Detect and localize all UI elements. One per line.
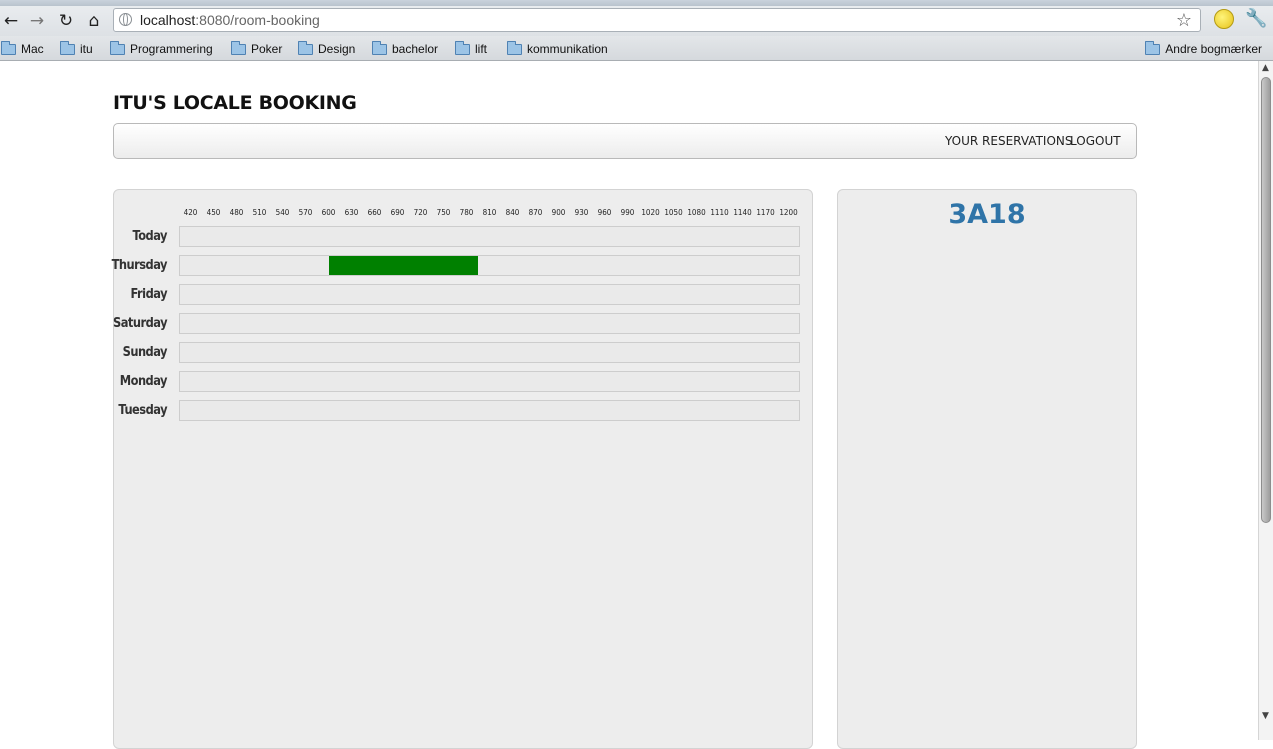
day-track-tuesday[interactable] [179, 400, 800, 421]
bookmark-design[interactable]: Design [298, 40, 356, 57]
bookmark-mac[interactable]: Mac [1, 40, 44, 57]
extension-icon[interactable] [1214, 9, 1234, 29]
bookmark-label: kommunikation [527, 42, 608, 56]
day-label: Today [132, 229, 167, 244]
room-panel [837, 189, 1137, 749]
bookmark-label: lift [475, 42, 487, 56]
address-bar[interactable]: localhost:8080/room-booking ☆ [113, 8, 1201, 32]
wrench-icon[interactable]: 🔧 [1245, 8, 1267, 29]
booking-bar[interactable] [328, 256, 478, 275]
bookmark-lift[interactable]: lift [455, 40, 487, 57]
bookmark-other[interactable]: Andre bogmærker [1145, 40, 1262, 57]
scroll-thumb[interactable] [1261, 77, 1271, 523]
time-tick-label: 1200 [779, 208, 798, 217]
bookmark-label: Design [318, 42, 356, 56]
folder-icon [298, 40, 313, 55]
day-label: Friday [130, 287, 168, 302]
folder-icon [231, 40, 246, 55]
logout-link[interactable]: LOGOUT [1070, 134, 1121, 148]
back-arrow-icon[interactable]: ← [0, 6, 22, 36]
folder-icon [455, 40, 470, 55]
day-track-friday[interactable] [179, 284, 800, 305]
reload-icon[interactable]: ↻ [55, 6, 77, 36]
folder-icon [507, 40, 522, 55]
bookmark-programmering[interactable]: Programmering [110, 40, 213, 57]
scroll-up-icon[interactable]: ▲ [1262, 63, 1269, 73]
url-text: localhost:8080/room-booking [140, 12, 320, 28]
bookmark-itu[interactable]: itu [60, 40, 93, 57]
day-label: Sunday [122, 345, 168, 360]
day-track-sunday[interactable] [179, 342, 800, 363]
bookmark-label: Mac [21, 42, 44, 56]
bookmark-label: Poker [251, 42, 283, 56]
folder-icon [1, 40, 16, 55]
day-track-today[interactable] [179, 226, 800, 247]
scroll-down-icon[interactable]: ▼ [1262, 711, 1269, 721]
day-track-thursday[interactable] [179, 255, 800, 276]
folder-icon [372, 40, 387, 55]
bookmarks-bar: Andre bogmærker Mac itu Programmering Poker… [0, 36, 1273, 61]
forward-arrow-icon[interactable]: → [26, 6, 48, 36]
day-label: Saturday [112, 316, 168, 331]
bookmark-bachelor[interactable]: bachelor [372, 40, 439, 57]
globe-icon [119, 13, 132, 26]
day-label: Tuesday [118, 403, 167, 418]
bookmark-label: bachelor [392, 42, 439, 56]
browser-toolbar: ← → ↻ ⌂ localhost:8080/room-booking ☆ [0, 6, 1273, 36]
folder-icon [60, 40, 75, 55]
bookmark-label: itu [80, 42, 93, 56]
top-nav: YOUR RESERVATIONS LOGOUT [113, 123, 1137, 159]
folder-icon [110, 40, 125, 55]
day-label: Monday [119, 374, 168, 389]
bookmark-label: Andre bogmærker [1165, 42, 1262, 56]
home-icon[interactable]: ⌂ [83, 6, 105, 36]
folder-icon [1145, 40, 1161, 55]
vertical-scrollbar[interactable]: ▲ ▼ [1258, 61, 1273, 740]
bookmark-kommunikation[interactable]: kommunikation [507, 40, 608, 57]
bookmark-poker[interactable]: Poker [231, 40, 283, 57]
day-label: Thursday [111, 258, 168, 273]
day-track-monday[interactable] [179, 371, 800, 392]
bookmark-label: Programmering [130, 42, 213, 56]
your-reservations-link[interactable]: YOUR RESERVATIONS [945, 134, 1072, 148]
room-name: 3A18 [948, 199, 1026, 230]
day-track-saturday[interactable] [179, 313, 800, 334]
bookmark-star-icon[interactable]: ☆ [1176, 10, 1192, 31]
page-title: ITU'S LOCALE BOOKING [113, 92, 357, 114]
